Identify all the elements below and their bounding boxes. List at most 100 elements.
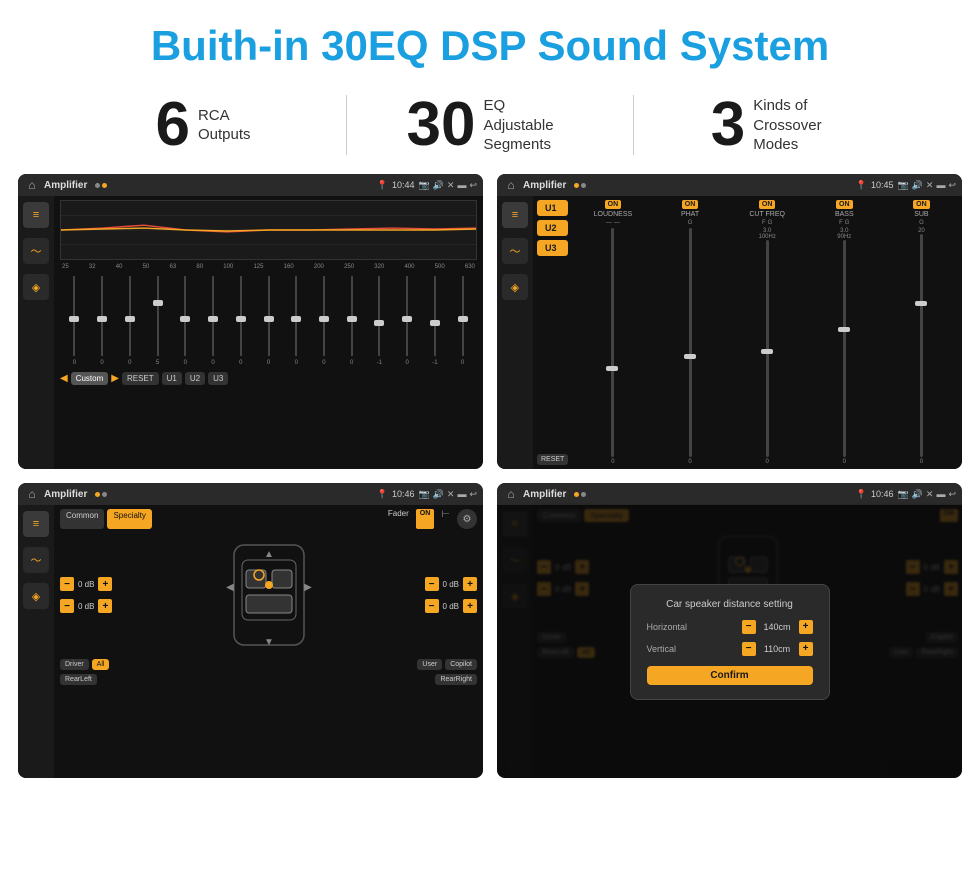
right-db-2: − 0 dB + — [425, 599, 477, 613]
left-plus-1[interactable]: + — [98, 577, 112, 591]
fader-bottom-buttons: Driver All User Copilot — [60, 659, 477, 670]
next-btn[interactable]: ▶ — [111, 373, 119, 384]
wave-icon-3[interactable]: 〜 — [23, 547, 49, 573]
copilot-btn[interactable]: Copilot — [445, 659, 477, 670]
phat-on[interactable]: ON — [682, 200, 699, 209]
slider-9[interactable]: 0 — [284, 276, 309, 366]
svg-text:▼: ▼ — [264, 637, 274, 648]
u2-btn[interactable]: U2 — [185, 372, 205, 385]
phat-g-label: G — [688, 220, 693, 226]
dot6 — [102, 492, 107, 497]
slider-8[interactable]: 0 — [256, 276, 281, 366]
settings-icon[interactable]: ⚙ — [457, 509, 477, 529]
rearright-btn[interactable]: RearRight — [435, 674, 477, 685]
driver-btn[interactable]: Driver — [60, 659, 89, 670]
u1-btn[interactable]: U1 — [162, 372, 182, 385]
sub-slider[interactable] — [920, 234, 923, 457]
stat-eq-text: EQ AdjustableSegments — [483, 96, 573, 155]
speaker-icon[interactable]: ◈ — [23, 274, 49, 300]
bass-channel: ON BASS FG 3.0 90Hz 0 — [808, 200, 881, 465]
battery-icon: ▬ — [457, 180, 466, 190]
reset-btn-1[interactable]: RESET — [122, 372, 159, 385]
loudness-on[interactable]: ON — [605, 200, 622, 209]
camera-icon-2: 📷 — [897, 180, 908, 191]
slider-4[interactable]: 5 — [145, 276, 170, 366]
fader-screen: ⌂ Amplifier 📍 10:46 📷 🔊 ✕ ▬ ↩ ≡ 〜 ◈ — [18, 483, 483, 778]
bass-on[interactable]: ON — [836, 200, 853, 209]
u3-btn[interactable]: U3 — [208, 372, 228, 385]
user-btn[interactable]: User — [417, 659, 442, 670]
eq-icon-2[interactable]: ≡ — [502, 202, 528, 228]
eq-icon-3[interactable]: ≡ — [23, 511, 49, 537]
reset-btn-2[interactable]: RESET — [537, 454, 568, 465]
slider-6[interactable]: 0 — [201, 276, 226, 366]
specialty-tab[interactable]: Specialty — [107, 509, 151, 529]
screen4-title: Amplifier — [523, 489, 566, 500]
back-icon-4[interactable]: ↩ — [948, 489, 956, 500]
fader-on-badge[interactable]: ON — [416, 509, 435, 529]
slider-12[interactable]: -1 — [367, 276, 392, 366]
eq-freq-labels: 2532405063 80100125160200 25032040050063… — [60, 264, 477, 270]
cutfreq-slider[interactable] — [766, 240, 769, 457]
slider-15[interactable]: 0 — [450, 276, 475, 366]
home-icon-4[interactable]: ⌂ — [503, 486, 519, 502]
camera-icon: 📷 — [418, 180, 429, 191]
right-minus-2[interactable]: − — [425, 599, 439, 613]
stat-eq-number: 30 — [407, 94, 476, 156]
vertical-plus[interactable]: + — [799, 642, 813, 656]
fader-slider-icon[interactable]: ⊢ — [441, 509, 450, 529]
right-plus-1[interactable]: + — [463, 577, 477, 591]
right-minus-1[interactable]: − — [425, 577, 439, 591]
slider-3[interactable]: 0 — [117, 276, 142, 366]
home-icon[interactable]: ⌂ — [24, 177, 40, 193]
right-plus-2[interactable]: + — [463, 599, 477, 613]
speaker-icon-2[interactable]: ◈ — [502, 274, 528, 300]
slider-2[interactable]: 0 — [90, 276, 115, 366]
cutfreq-on[interactable]: ON — [759, 200, 776, 209]
slider-1[interactable]: 0 — [62, 276, 87, 366]
u2-select-btn[interactable]: U2 — [537, 220, 568, 236]
back-icon[interactable]: ↩ — [469, 180, 477, 191]
stat-rca-text: RCAOutputs — [198, 106, 251, 145]
custom-btn[interactable]: Custom — [71, 372, 109, 385]
slider-14[interactable]: -1 — [423, 276, 448, 366]
location-icon-3: 📍 — [377, 489, 388, 500]
phat-slider[interactable] — [689, 228, 692, 457]
wave-icon-2[interactable]: 〜 — [502, 238, 528, 264]
horizontal-minus[interactable]: − — [742, 620, 756, 634]
slider-7[interactable]: 0 — [228, 276, 253, 366]
rearleft-btn[interactable]: RearLeft — [60, 674, 97, 685]
left-minus-2[interactable]: − — [60, 599, 74, 613]
common-tab[interactable]: Common — [60, 509, 104, 529]
u1-select-btn[interactable]: U1 — [537, 200, 568, 216]
left-minus-1[interactable]: − — [60, 577, 74, 591]
horizontal-plus[interactable]: + — [799, 620, 813, 634]
slider-5[interactable]: 0 — [173, 276, 198, 366]
prev-btn[interactable]: ◀ — [60, 373, 68, 384]
back-icon-3[interactable]: ↩ — [469, 489, 477, 500]
phat-label: PHAT — [681, 211, 699, 218]
confirm-button[interactable]: Confirm — [647, 666, 813, 685]
screen2-title: Amplifier — [523, 180, 566, 191]
loudness-slider[interactable] — [611, 228, 614, 457]
slider-10[interactable]: 0 — [312, 276, 337, 366]
vertical-minus[interactable]: − — [742, 642, 756, 656]
eq-screen-content: ≡ 〜 ◈ — [18, 196, 483, 469]
speaker-icon-3[interactable]: ◈ — [23, 583, 49, 609]
dialog-overlay: Car speaker distance setting Horizontal … — [497, 505, 962, 778]
slider-11[interactable]: 0 — [339, 276, 364, 366]
all-btn[interactable]: All — [92, 659, 110, 670]
back-icon-2[interactable]: ↩ — [948, 180, 956, 191]
stats-row: 6 RCAOutputs 30 EQ AdjustableSegments 3 … — [0, 84, 980, 174]
left-plus-2[interactable]: + — [98, 599, 112, 613]
location-icon-4: 📍 — [856, 489, 867, 500]
wave-icon[interactable]: 〜 — [23, 238, 49, 264]
sub-on[interactable]: ON — [913, 200, 930, 209]
right-val-2: 0 dB — [443, 602, 459, 611]
home-icon-2[interactable]: ⌂ — [503, 177, 519, 193]
u3-select-btn[interactable]: U3 — [537, 240, 568, 256]
home-icon-3[interactable]: ⌂ — [24, 486, 40, 502]
slider-13[interactable]: 0 — [395, 276, 420, 366]
eq-icon[interactable]: ≡ — [23, 202, 49, 228]
bass-slider[interactable] — [843, 240, 846, 457]
